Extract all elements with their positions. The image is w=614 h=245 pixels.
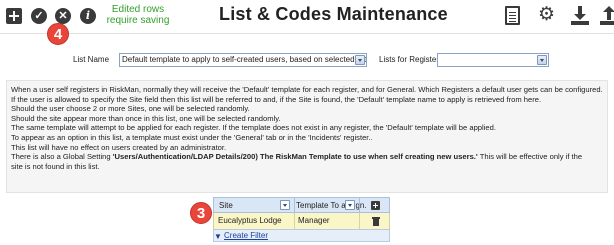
- info-line: When a user self registers in RiskMan, n…: [11, 85, 603, 94]
- save-check-icon[interactable]: ✓: [31, 8, 47, 24]
- info-line: If the user is allowed to specify the Si…: [11, 94, 542, 104]
- table-row[interactable]: Eucalyptus Lodge Manager: [213, 213, 390, 229]
- info-text: This will be effective only if the: [477, 152, 583, 162]
- list-name-value: Default template to apply to self-create…: [122, 55, 367, 64]
- filter-icon: ▼: [214, 232, 222, 241]
- add-row-icon[interactable]: [371, 201, 380, 210]
- info-line: This list will have no effect on users c…: [11, 142, 227, 152]
- chevron-down-icon[interactable]: [345, 200, 355, 210]
- global-setting-path: 'Users/Authentication/LDAP Details/200) …: [112, 152, 478, 162]
- column-header-template[interactable]: Template To assign.: [296, 199, 374, 212]
- trash-icon[interactable]: [372, 217, 380, 226]
- document-icon[interactable]: [505, 6, 520, 25]
- lists-for-register-label: Lists for Register.: [379, 55, 441, 64]
- list-name-select[interactable]: Default template to apply to self-create…: [119, 53, 367, 67]
- upload-icon[interactable]: [600, 6, 614, 26]
- chevron-down-icon[interactable]: [537, 55, 547, 65]
- toolbar: ✓ ✕ i Edited rows require saving List & …: [0, 0, 614, 34]
- download-icon[interactable]: [571, 6, 589, 26]
- create-filter-link[interactable]: Create Filter: [224, 230, 268, 242]
- add-icon[interactable]: [6, 8, 22, 24]
- info-line: To appear as an option in this list, a t…: [11, 132, 373, 142]
- info-line-global-setting: There is also a Global Setting 'Users/Au…: [11, 152, 603, 162]
- page-title: List & Codes Maintenance: [219, 4, 448, 24]
- annotation-marker-3: 3: [190, 202, 212, 224]
- edited-rows-status: Edited rows require saving: [106, 4, 170, 26]
- info-icon[interactable]: i: [80, 8, 96, 24]
- info-line: Should the site appear more than once in…: [11, 113, 281, 123]
- info-line: Should the user choose 2 or more Sites, …: [11, 104, 250, 114]
- cell-site[interactable]: Eucalyptus Lodge: [218, 213, 282, 229]
- grid-footer: ▼ Create Filter: [213, 229, 390, 242]
- info-line: The same template will attempt to be app…: [11, 123, 496, 133]
- lists-for-register-select[interactable]: [437, 53, 549, 67]
- chevron-down-icon[interactable]: [280, 200, 290, 210]
- annotation-marker-4: 4: [47, 23, 69, 45]
- info-panel: When a user self registers in RiskMan, n…: [6, 80, 608, 193]
- info-line: site is not found in this list.: [11, 161, 100, 171]
- site-template-grid: Site Template To assign. Eucalyptus Lodg…: [213, 197, 390, 245]
- gear-icon[interactable]: ⚙: [538, 3, 555, 27]
- info-text: There is also a Global Setting: [11, 152, 113, 162]
- column-header-site[interactable]: Site: [219, 199, 287, 212]
- list-name-label: List Name: [73, 55, 110, 64]
- cell-template[interactable]: Manager: [298, 213, 330, 229]
- grid-header: Site Template To assign.: [213, 197, 390, 213]
- cancel-icon[interactable]: ✕: [55, 8, 71, 24]
- chevron-down-icon[interactable]: [355, 55, 365, 65]
